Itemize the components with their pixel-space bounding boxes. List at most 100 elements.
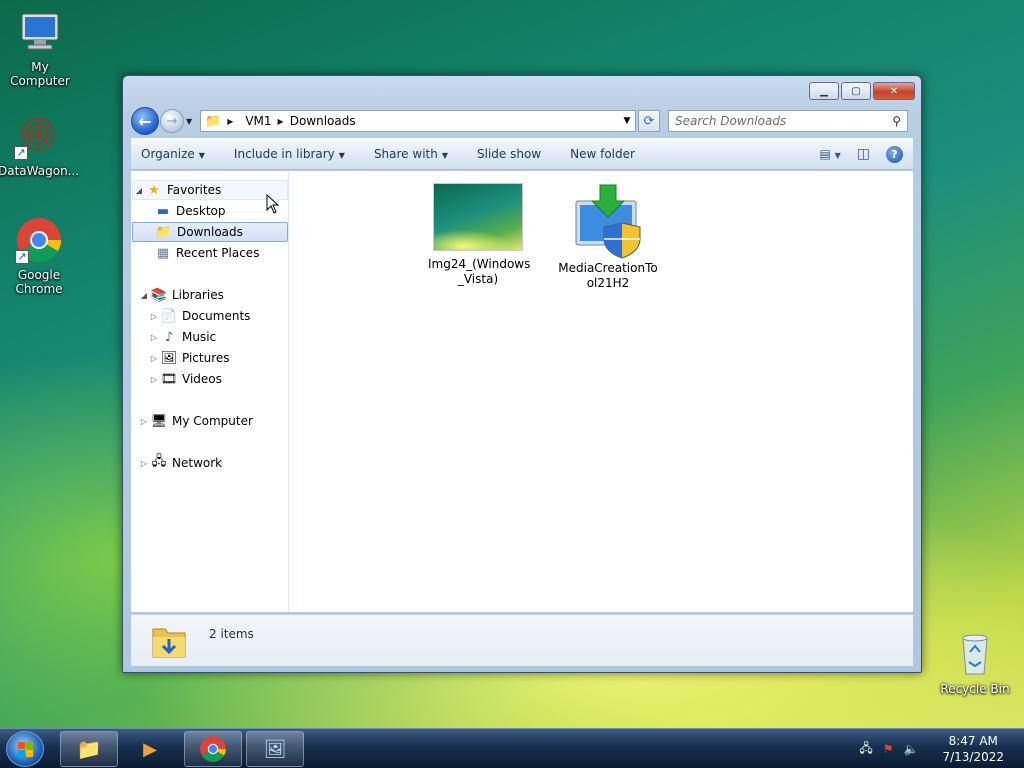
expand-arrow-icon[interactable]: ▷ — [148, 375, 160, 384]
nav-desktop[interactable]: ▬ Desktop — [154, 201, 226, 221]
file-name-line: Img24_(Windows — [428, 257, 531, 271]
command-bar: Organize ▼ Include in library ▼ Share with… — [131, 138, 913, 170]
file-item[interactable]: MediaCreationTo ol21H2 — [558, 183, 658, 291]
breadcrumb-arrow-icon[interactable]: ▶ — [227, 117, 233, 126]
nav-favorites[interactable]: ◢ ★ Favorites — [132, 180, 288, 200]
pictures-icon: 🖼 — [160, 350, 178, 366]
clock-time: 8:47 AM — [948, 734, 998, 748]
datawagon-icon: ↗ — [14, 112, 62, 160]
star-icon: ★ — [148, 182, 160, 198]
desktop-icon-recycle-bin[interactable]: Recycle Bin — [935, 630, 1015, 696]
file-name-line: _Vista) — [457, 272, 499, 286]
installer-shield-icon — [570, 183, 646, 259]
chevron-down-icon: ▼ — [198, 151, 205, 160]
refresh-button[interactable]: ⟳ — [638, 110, 660, 132]
desktop-icon-label: DataWagon... — [0, 164, 80, 178]
nav-music[interactable]: ▷ ♪ Music — [148, 327, 216, 347]
caption-buttons: ▁ ▢ ✕ — [809, 82, 915, 100]
shortcut-arrow-icon: ↗ — [14, 146, 28, 160]
maximize-button[interactable]: ▢ — [841, 82, 871, 100]
start-button[interactable] — [6, 731, 44, 767]
mouse-cursor-icon — [266, 193, 280, 214]
organize-button[interactable]: Organize ▼ — [141, 147, 205, 161]
recent-pages-dropdown[interactable]: ▼ — [186, 117, 196, 126]
clock-date: 7/13/2022 — [942, 750, 1004, 764]
breadcrumb-downloads[interactable]: Downloads — [290, 114, 356, 128]
nav-downloads[interactable]: 📁 Downloads — [132, 222, 288, 242]
content-area: ◢ ★ Favorites ▬ Desktop 📁 Downloads ▦ Re… — [131, 171, 913, 612]
computer-icon — [16, 8, 64, 56]
nav-network[interactable]: ▷ 🖧 Network — [138, 453, 222, 473]
address-dropdown-icon[interactable]: ▼ — [619, 116, 635, 126]
network-tray-icon[interactable]: 🖧 — [859, 739, 872, 760]
file-list-pane: Img24_(Windows _Vista) MediaCreationTo o… — [290, 171, 913, 612]
share-with-button[interactable]: Share with ▼ — [374, 147, 448, 161]
preview-pane-icon[interactable]: ◫ — [857, 146, 870, 162]
folder-icon: 📁 — [76, 737, 102, 761]
action-center-flag-icon[interactable]: ⚑ — [883, 742, 894, 756]
downloads-folder-large-icon — [149, 621, 189, 664]
windows-logo-icon — [18, 742, 33, 757]
system-tray: 🖧 ⚑ 🔈 8:47 AM 7/13/2022 — [859, 729, 1024, 768]
desktop-folder-icon: ▬ — [156, 203, 170, 219]
media-player-icon: ▶ — [143, 738, 157, 760]
desktop-icon-datawagon[interactable]: ↗ DataWagon... — [0, 112, 80, 178]
nav-my-computer[interactable]: ▷ 🖥 My Computer — [138, 411, 253, 431]
breadcrumb-arrow-icon[interactable]: ▶ — [278, 117, 284, 126]
taskbar-explorer-button[interactable]: 📁 — [60, 731, 118, 767]
clock[interactable]: 8:47 AM 7/13/2022 — [942, 733, 1004, 765]
address-bar[interactable]: 📁 ▶ VM1 ▶ Downloads ▼ — [200, 110, 636, 132]
shortcut-arrow-icon: ↗ — [15, 250, 29, 264]
chrome-icon: ↗ — [15, 216, 63, 264]
close-button[interactable]: ✕ — [873, 82, 915, 100]
back-button[interactable]: ← — [131, 107, 159, 135]
chevron-down-icon: ▼ — [338, 151, 345, 160]
nav-videos[interactable]: ▷ 🎞 Videos — [148, 369, 222, 389]
expand-arrow-icon[interactable]: ▷ — [148, 333, 160, 342]
slide-show-button[interactable]: Slide show — [477, 147, 541, 161]
desktop-icon-google-chrome[interactable]: ↗ Google Chrome — [0, 216, 79, 296]
collapse-arrow-icon[interactable]: ◢ — [133, 186, 145, 195]
new-folder-button[interactable]: New folder — [570, 147, 635, 161]
search-placeholder: Search Downloads — [675, 114, 787, 128]
expand-arrow-icon[interactable]: ▷ — [138, 417, 150, 426]
desktop-icon-label: My Computer — [10, 60, 70, 88]
file-name-line: MediaCreationTo — [558, 261, 658, 275]
desktop-icon-label: Recycle Bin — [940, 682, 1010, 696]
nav-recent-places[interactable]: ▦ Recent Places — [154, 243, 260, 263]
search-input[interactable]: Search Downloads ⚲ — [668, 110, 908, 132]
taskbar-media-player-button[interactable]: ▶ — [121, 731, 179, 767]
item-count: 2 items — [209, 627, 254, 641]
folder-icon: 📁 — [205, 113, 222, 129]
minimize-button[interactable]: ▁ — [809, 82, 839, 100]
expand-arrow-icon[interactable]: ▷ — [138, 459, 150, 468]
breadcrumb-vm1[interactable]: VM1 — [245, 114, 271, 128]
recent-places-icon: ▦ — [156, 245, 170, 261]
desktop-icon-label: Google Chrome — [15, 268, 63, 296]
volume-icon[interactable]: 🔈 — [904, 742, 919, 756]
nav-libraries[interactable]: ◢ 📚 Libraries — [138, 285, 224, 305]
expand-arrow-icon[interactable]: ▷ — [148, 354, 160, 363]
desktop-icon-my-computer[interactable]: My Computer — [0, 8, 80, 88]
recycle-bin-icon — [951, 630, 999, 678]
file-item[interactable]: Img24_(Windows _Vista) — [428, 183, 531, 287]
photo-viewer-icon: 🖼 — [263, 738, 287, 760]
image-thumbnail — [433, 183, 523, 251]
music-icon: ♪ — [164, 329, 174, 345]
search-icon[interactable]: ⚲ — [892, 114, 901, 128]
downloads-folder-icon: 📁 — [155, 224, 173, 240]
collapse-arrow-icon[interactable]: ◢ — [138, 291, 150, 300]
forward-button[interactable]: → — [160, 109, 184, 133]
nav-pictures[interactable]: ▷ 🖼 Pictures — [148, 348, 230, 368]
computer-icon: 🖥 — [150, 413, 168, 429]
taskbar-photo-viewer-button[interactable]: 🖼 — [246, 731, 304, 767]
expand-arrow-icon[interactable]: ▷ — [148, 312, 160, 321]
include-in-library-button[interactable]: Include in library ▼ — [234, 147, 345, 161]
documents-icon: 📄 — [160, 308, 178, 324]
change-view-icon[interactable]: ▤ ▼ — [819, 147, 840, 161]
taskbar-chrome-button[interactable] — [184, 731, 242, 767]
nav-documents[interactable]: ▷ 📄 Documents — [148, 306, 251, 326]
help-icon[interactable]: ? — [886, 145, 903, 163]
chevron-down-icon: ▼ — [441, 151, 448, 160]
explorer-window: ▁ ▢ ✕ ← → ▼ 📁 ▶ VM1 ▶ Downloads ▼ ⟳ Sear… — [122, 75, 922, 673]
